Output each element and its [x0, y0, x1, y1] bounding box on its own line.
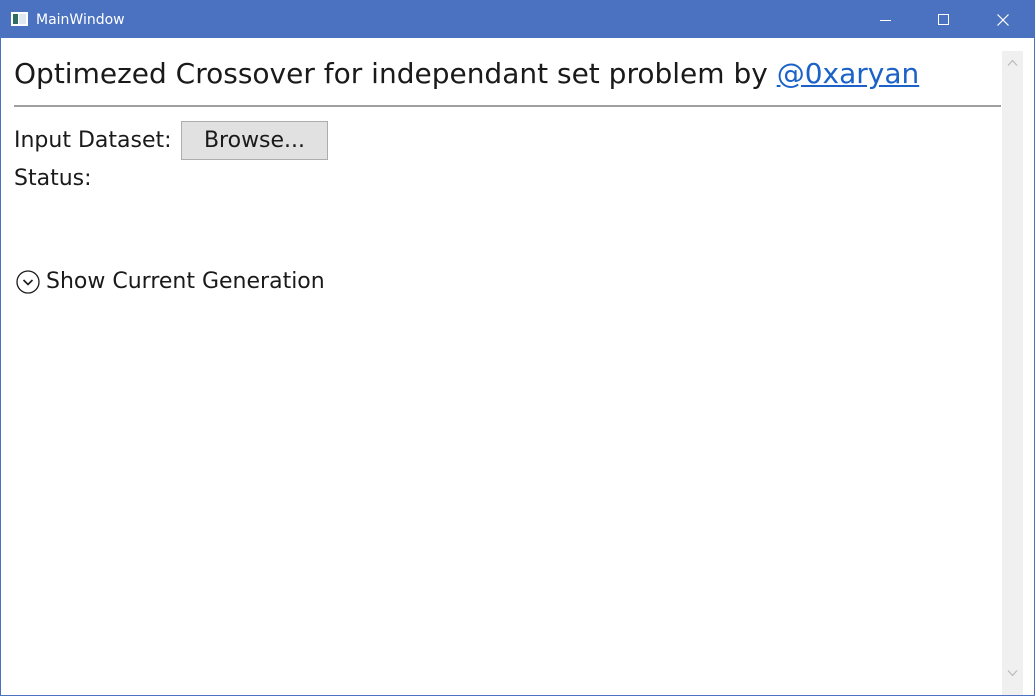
window-app-icon	[11, 12, 28, 26]
input-dataset-label: Input Dataset:	[14, 128, 172, 153]
maximize-button[interactable]	[921, 1, 967, 38]
content-area: Optimezed Crossover for independant set …	[1, 38, 1001, 695]
page-title: Optimezed Crossover for independant set …	[14, 56, 919, 92]
close-button[interactable]	[980, 1, 1026, 38]
window-title: MainWindow	[36, 12, 125, 28]
main-window: MainWindow Optimezed Crossover for indep…	[0, 0, 1035, 696]
status-label: Status:	[14, 166, 92, 191]
title-separator	[14, 105, 1001, 107]
vertical-scrollbar[interactable]	[1002, 51, 1023, 695]
scroll-down-arrow-icon[interactable]	[1007, 669, 1018, 677]
author-link[interactable]: @0xaryan	[777, 57, 920, 90]
minimize-button[interactable]	[863, 1, 909, 38]
close-icon	[997, 13, 1009, 26]
title-bar[interactable]: MainWindow	[1, 1, 1034, 38]
minimize-icon	[880, 19, 891, 21]
title-text: Optimezed Crossover for independant set …	[14, 57, 777, 90]
browse-button[interactable]: Browse...	[181, 121, 328, 160]
maximize-icon	[938, 13, 949, 25]
expander-label: Show Current Generation	[46, 269, 325, 294]
chevron-down-circle-icon	[16, 270, 40, 294]
scroll-up-arrow-icon[interactable]	[1007, 59, 1018, 67]
